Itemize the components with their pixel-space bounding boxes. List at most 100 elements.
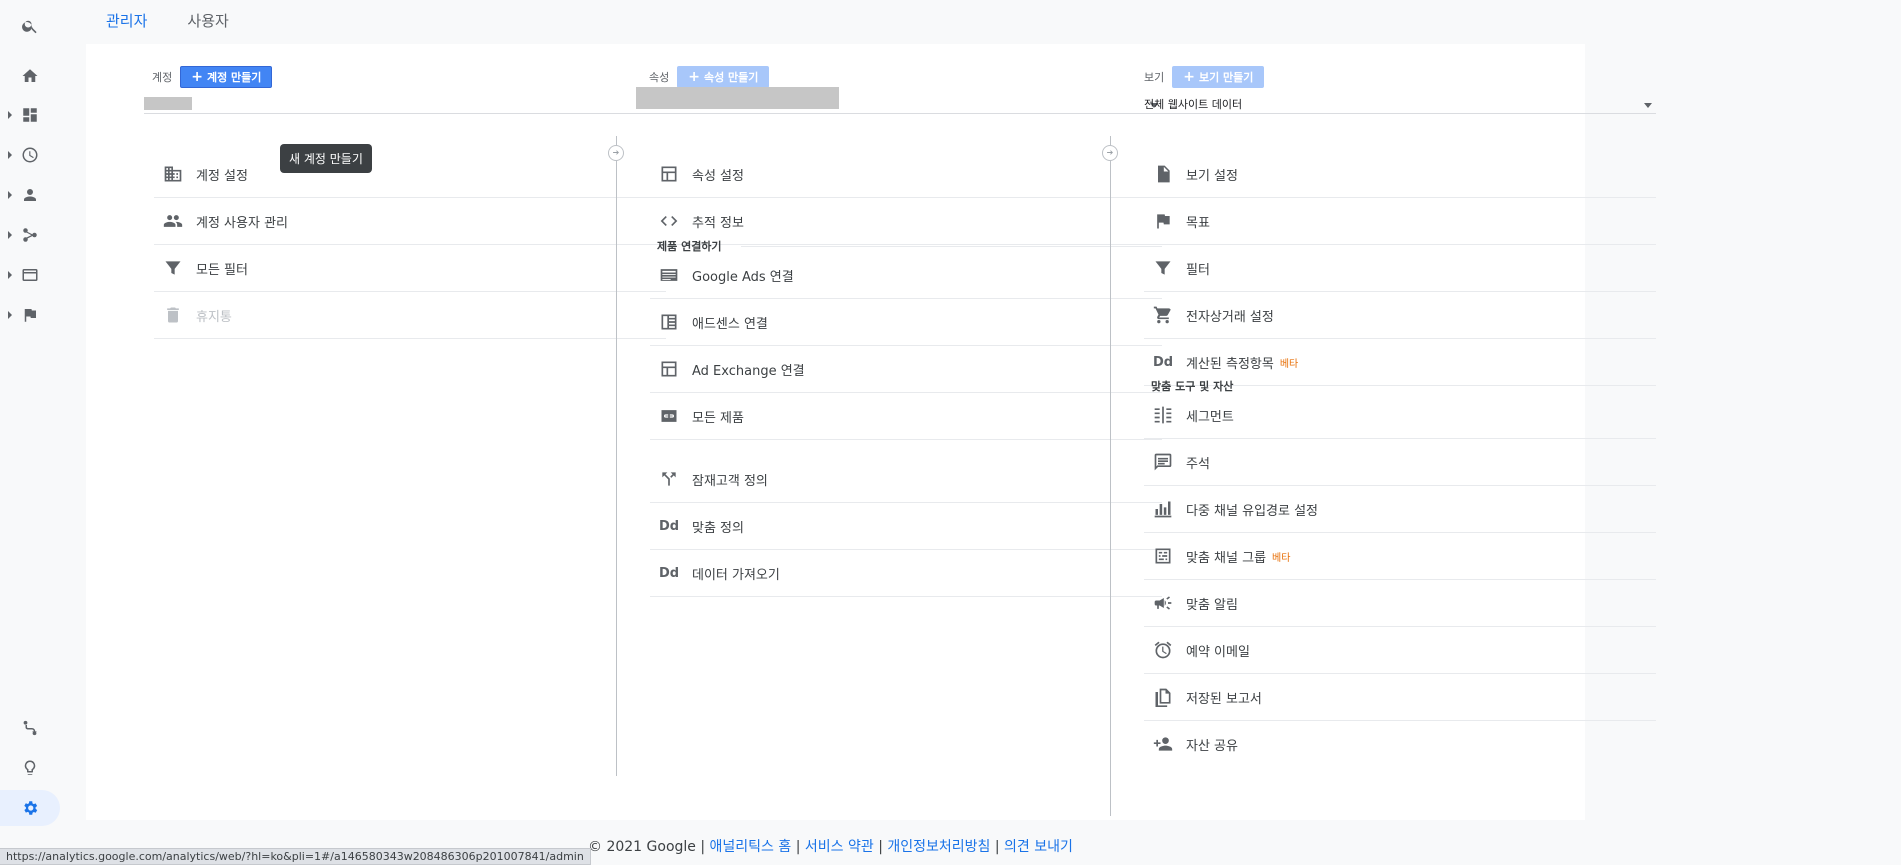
building-icon <box>162 163 184 185</box>
expand-caret-icon[interactable] <box>8 231 12 239</box>
expand-caret-icon[interactable] <box>8 311 12 319</box>
alarm-icon <box>1152 639 1174 661</box>
share-assets-item[interactable]: 자산 공유 <box>1144 721 1656 767</box>
dd-icon: Dd <box>1152 354 1174 370</box>
view-filters-item[interactable]: 필터 <box>1144 245 1656 292</box>
section-divider <box>741 246 1162 247</box>
all-filters-label: 모든 필터 <box>196 262 248 278</box>
behavior-icon[interactable] <box>14 261 46 289</box>
account-selector[interactable] <box>144 93 666 114</box>
tab-admin[interactable]: 관리자 <box>86 0 168 46</box>
code-icon <box>658 210 680 232</box>
expand-caret-icon[interactable] <box>8 151 12 159</box>
filter-icon <box>1152 257 1174 279</box>
expand-caret-icon[interactable] <box>8 271 12 279</box>
audience-definitions-label: 잠재고객 정의 <box>692 473 768 489</box>
tab-users[interactable]: 사용자 <box>167 0 248 44</box>
property-settings-item[interactable]: 속성 설정 <box>650 151 1162 198</box>
copyright-text: © 2021 Google <box>588 839 696 855</box>
segments-item[interactable]: 세그먼트 <box>1144 392 1656 439</box>
arrow-right-icon: ➔ <box>1102 145 1118 161</box>
trash-item[interactable]: 휴지통 <box>154 292 666 339</box>
google-ads-linking-label: Google Ads 연결 <box>692 269 794 285</box>
acquisition-icon[interactable] <box>14 221 46 249</box>
footer-link-feedback[interactable]: 의견 보내기 <box>1004 839 1073 855</box>
search-icon[interactable] <box>14 12 46 40</box>
expand-caret-icon[interactable] <box>8 111 12 119</box>
footer-link-privacy[interactable]: 개인정보처리방침 <box>887 839 990 855</box>
scheduled-emails-item[interactable]: 예약 이메일 <box>1144 627 1656 674</box>
adsense-linking-item[interactable]: 애드센스 연결 <box>650 299 1162 346</box>
chevron-down-icon <box>1644 103 1652 108</box>
dd-icon: Dd <box>658 518 680 534</box>
beta-badge: 베타 <box>1272 552 1291 564</box>
data-import-item[interactable]: Dd 데이터 가져오기 <box>650 550 1162 597</box>
bar-chart-icon <box>1152 498 1174 520</box>
custom-definitions-item[interactable]: Dd 맞춤 정의 <box>650 503 1162 550</box>
dd-icon: Dd <box>658 565 680 581</box>
annotations-item[interactable]: 주석 <box>1144 439 1656 486</box>
discover-lightbulb-icon[interactable] <box>14 754 46 782</box>
admin-nav-active-bg[interactable] <box>0 790 60 826</box>
create-account-label: 계정 만들기 <box>206 71 262 84</box>
google-ads-linking-item[interactable]: Google Ads 연결 <box>650 252 1162 299</box>
home-icon[interactable] <box>14 62 46 90</box>
plus-icon: + <box>1183 69 1195 85</box>
footer-separator: | <box>795 839 801 855</box>
all-filters-item[interactable]: 모든 필터 <box>154 245 666 292</box>
goals-item[interactable]: 목표 <box>1144 198 1656 245</box>
custom-channel-grouping-label: 맞춤 채널 그룹 <box>1186 550 1267 566</box>
custom-channel-grouping-item[interactable]: 맞춤 채널 그룹 베타 <box>1144 533 1656 580</box>
ecommerce-settings-item[interactable]: 전자상거래 설정 <box>1144 292 1656 339</box>
calculated-metrics-label: 계산된 측정항목 <box>1186 356 1274 372</box>
attribution-icon[interactable] <box>14 714 46 742</box>
segments-label: 세그먼트 <box>1186 409 1234 425</box>
footer-link-analytics-home[interactable]: 애널리틱스 홈 <box>710 839 792 855</box>
all-products-label: 모든 제품 <box>692 410 744 426</box>
admin-panel: 계정 + 계정 만들기 새 계정 만들기 계정 설정 계정 사용자 관리 모든 필… <box>86 44 1656 820</box>
realtime-icon[interactable] <box>14 141 46 169</box>
create-account-button[interactable]: + 계정 만들기 <box>180 66 273 88</box>
document-icon <box>1152 163 1174 185</box>
saved-reports-item[interactable]: 저장된 보고서 <box>1144 674 1656 721</box>
account-user-management-item[interactable]: 계정 사용자 관리 <box>154 198 666 245</box>
expand-caret-icon[interactable] <box>8 191 12 199</box>
goals-label: 목표 <box>1186 215 1210 231</box>
property-column-header: 속성 + 속성 만들기 <box>649 66 770 88</box>
adexchange-icon <box>658 358 680 380</box>
property-selector[interactable] <box>636 87 1162 114</box>
link-icon <box>658 405 680 427</box>
layout-icon <box>658 163 680 185</box>
column-divider <box>1110 136 1111 816</box>
view-selector[interactable]: 전체 웹사이트 데이터 <box>1144 93 1656 114</box>
custom-alerts-item[interactable]: 맞춤 알림 <box>1144 580 1656 627</box>
admin-gear-icon[interactable] <box>14 794 46 822</box>
create-property-label: 속성 만들기 <box>703 71 759 84</box>
ad-exchange-linking-item[interactable]: Ad Exchange 연결 <box>650 346 1162 393</box>
view-label: 보기 <box>1144 71 1165 84</box>
account-settings-item[interactable]: 계정 설정 <box>154 151 666 198</box>
audience-icon[interactable] <box>14 181 46 209</box>
dashboard-icon[interactable] <box>14 101 46 129</box>
view-settings-item[interactable]: 보기 설정 <box>1144 151 1656 198</box>
tracking-info-item[interactable]: 추적 정보 <box>650 198 1162 245</box>
create-view-button[interactable]: + 보기 만들기 <box>1172 66 1265 88</box>
conversions-icon[interactable] <box>14 301 46 329</box>
property-label: 속성 <box>649 71 670 84</box>
create-property-button[interactable]: + 속성 만들기 <box>677 66 770 88</box>
flag-icon <box>1152 210 1174 232</box>
audience-definitions-item[interactable]: 잠재고객 정의 <box>650 456 1162 503</box>
segment-icon <box>1152 404 1174 426</box>
footer-separator: | <box>878 839 883 855</box>
multi-channel-funnels-label: 다중 채널 유입경로 설정 <box>1186 503 1318 519</box>
footer-separator: | <box>994 839 1000 855</box>
multi-channel-funnels-item[interactable]: 다중 채널 유입경로 설정 <box>1144 486 1656 533</box>
footer-separator: | <box>700 839 706 855</box>
tracking-info-label: 추적 정보 <box>692 215 744 231</box>
account-user-management-label: 계정 사용자 관리 <box>196 215 288 231</box>
annotation-icon <box>1152 451 1174 473</box>
all-products-item[interactable]: 모든 제품 <box>650 393 1162 440</box>
plus-icon: + <box>191 69 203 85</box>
create-view-label: 보기 만들기 <box>1198 71 1254 84</box>
footer-link-terms[interactable]: 서비스 약관 <box>805 839 874 855</box>
